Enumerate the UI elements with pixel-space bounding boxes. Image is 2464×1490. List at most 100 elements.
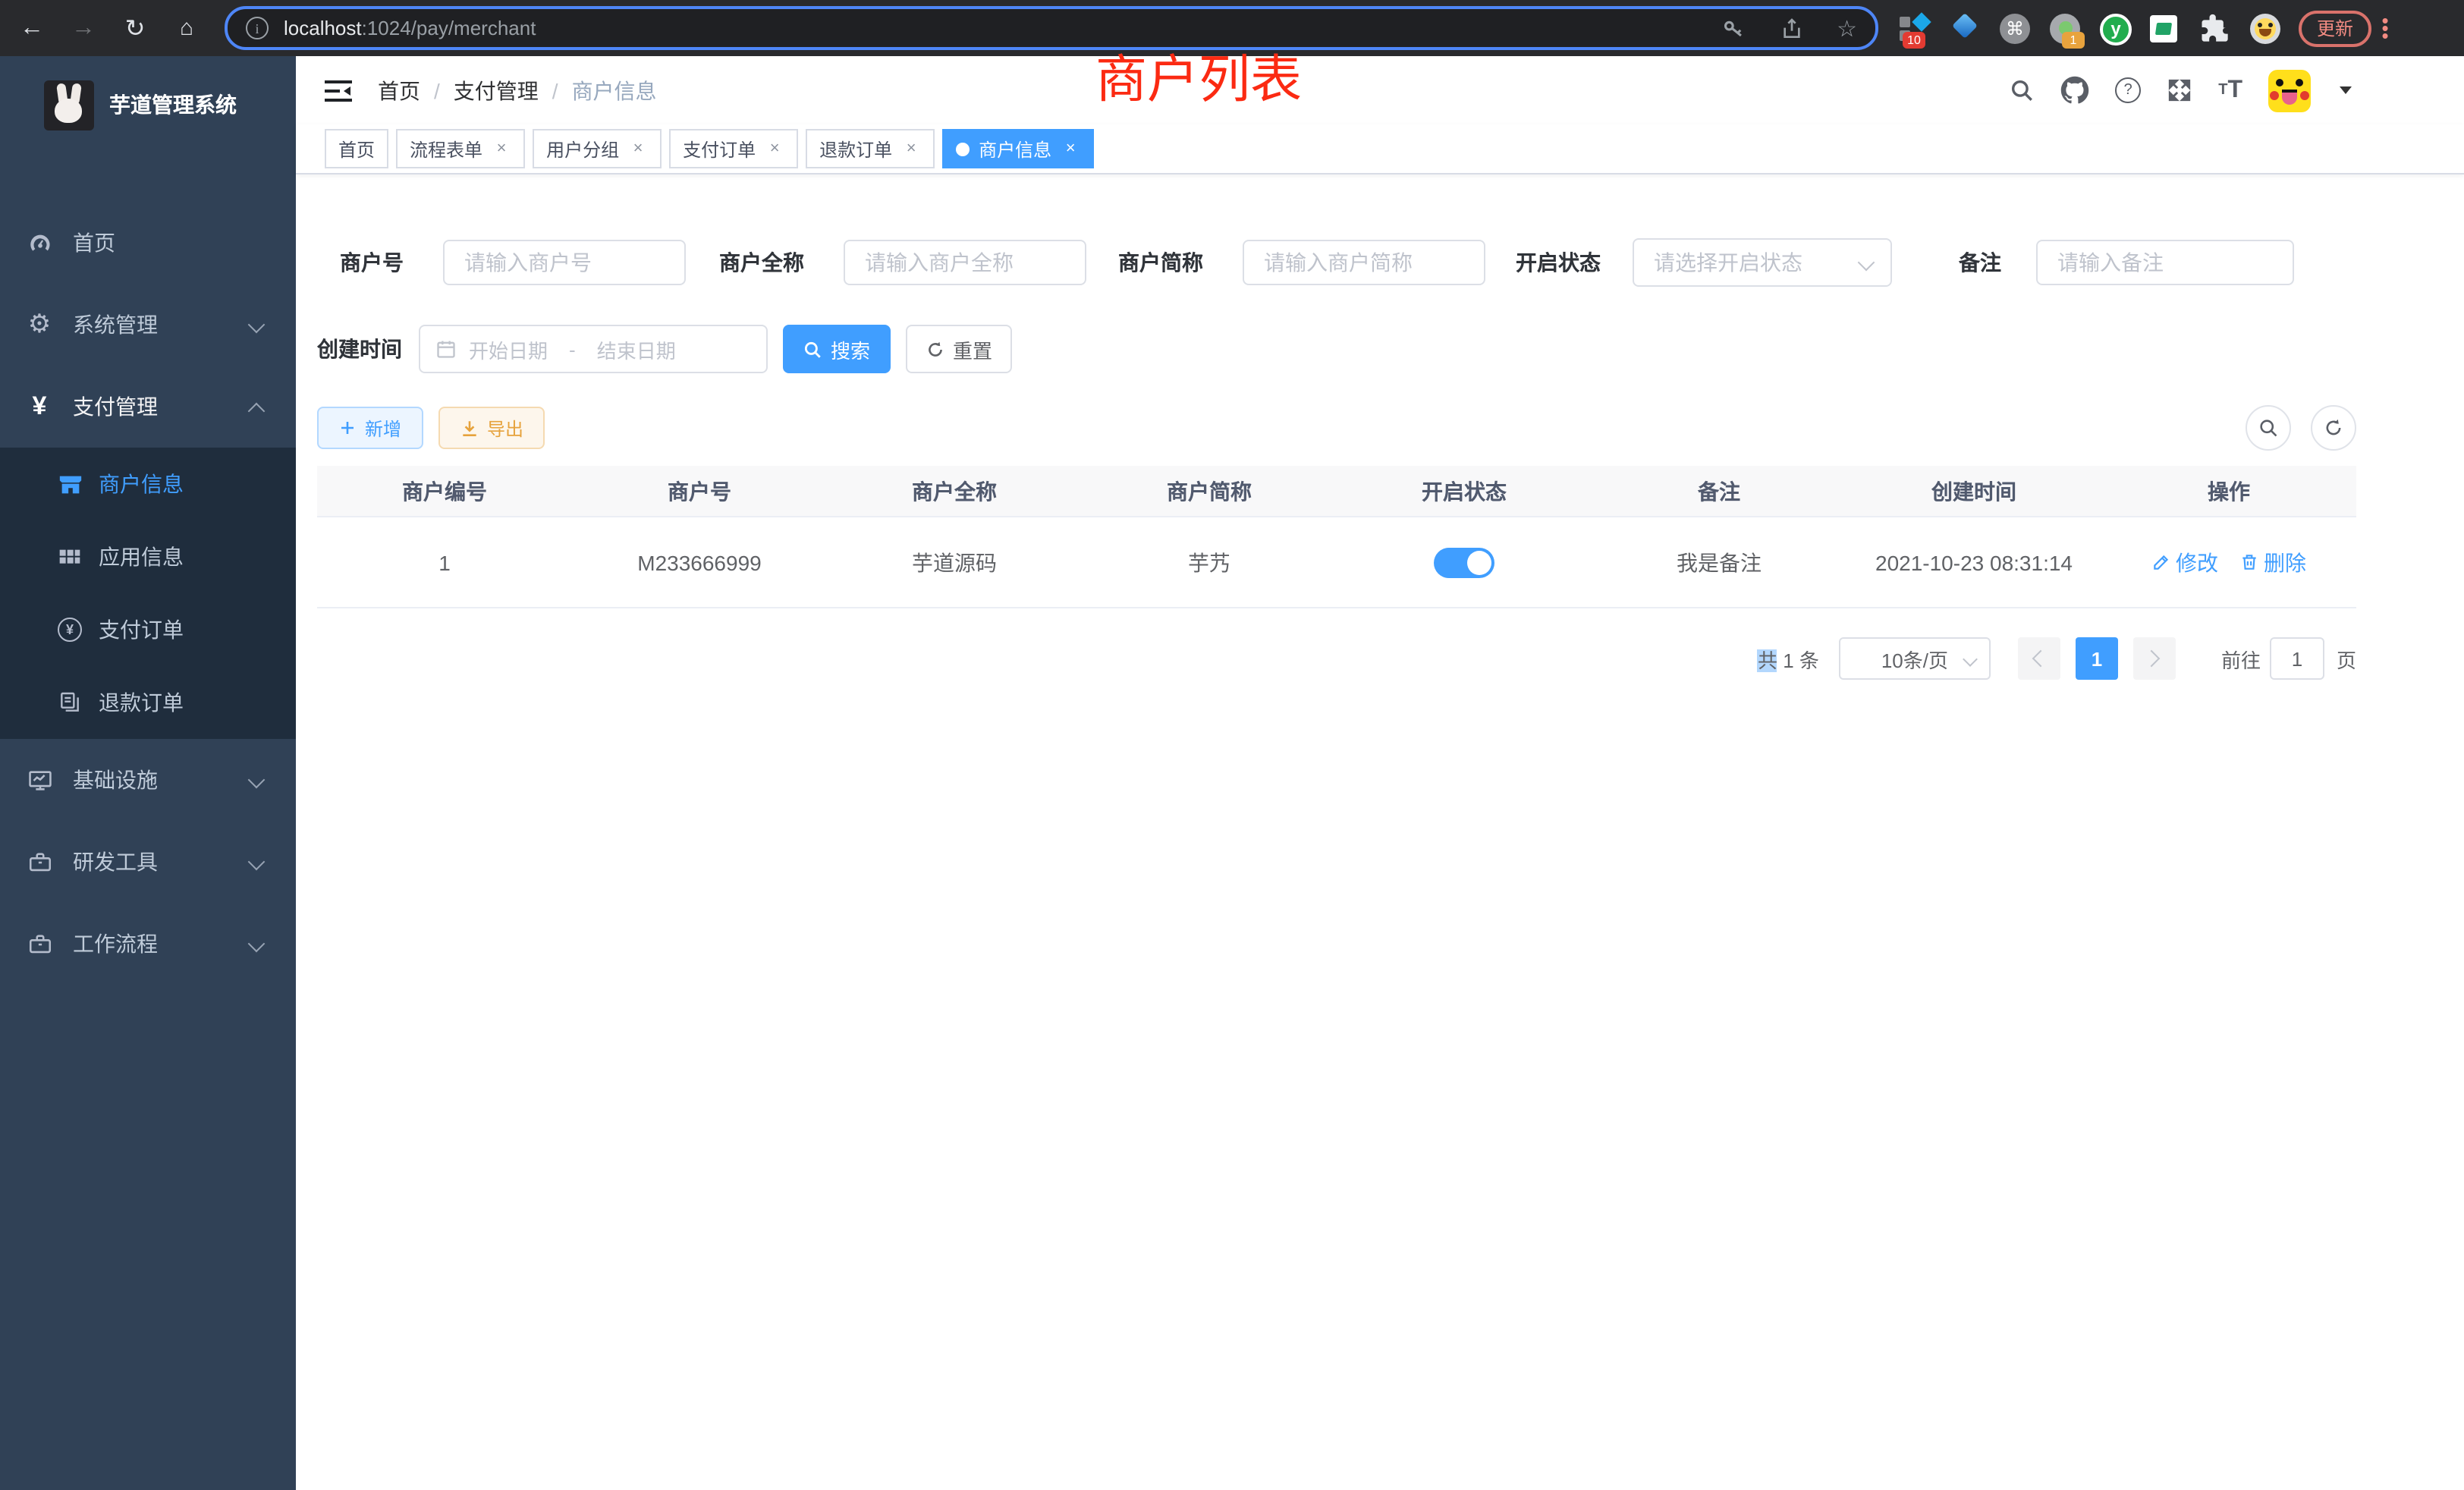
home-icon[interactable]: ⌂ — [167, 15, 206, 41]
toggle-search-button[interactable] — [2246, 405, 2291, 451]
merchant-page: 商户号 商户全称 商户简称 开启状态 请选择开启状态 备注 创建时间 — [317, 205, 2356, 680]
tab-label: 首页 — [338, 136, 375, 162]
tab-pay-orders[interactable]: 支付订单 — [669, 129, 798, 168]
tab-refund-orders[interactable]: 退款订单 — [806, 129, 935, 168]
url-text[interactable]: localhost:1024/pay/merchant — [284, 17, 536, 39]
export-button[interactable]: 导出 — [438, 407, 545, 449]
sidebar-item-system[interactable]: ⚙ 系统管理 — [0, 284, 296, 366]
close-icon[interactable] — [492, 139, 511, 159]
goto-page-input[interactable] — [2270, 637, 2324, 680]
tab-home[interactable]: 首页 — [325, 129, 388, 168]
sidebar-item-refund-orders[interactable]: 退款订单 — [0, 666, 296, 739]
chrome-update-button[interactable]: 更新 — [2299, 10, 2371, 46]
app-title: 芋道管理系统 — [109, 90, 237, 120]
bookmark-star-icon[interactable]: ☆ — [1837, 14, 1857, 42]
page-size-select[interactable]: 10条/页 — [1839, 637, 1991, 680]
status-select[interactable]: 请选择开启状态 — [1633, 238, 1892, 287]
table-header: 开启状态 — [1337, 476, 1592, 506]
pagination: 共 1 条 10条/页 1 前往 页 — [317, 637, 2356, 680]
back-icon[interactable]: ← — [12, 14, 52, 42]
screen: ← → ↻ ⌂ i localhost:1024/pay/merchant ☆ — [0, 0, 2464, 1490]
tab-user-group[interactable]: 用户分组 — [533, 129, 662, 168]
briefcase-icon — [26, 931, 53, 957]
gear-icon: ⚙ — [26, 310, 53, 340]
font-size-icon[interactable]: TT — [2218, 77, 2242, 104]
grid-icon — [56, 545, 83, 569]
close-icon[interactable] — [765, 139, 784, 159]
sidebar-item-workflow[interactable]: 工作流程 — [0, 903, 296, 985]
close-icon[interactable] — [901, 139, 921, 159]
fullscreen-icon[interactable] — [2167, 77, 2192, 103]
chevron-down-icon — [248, 853, 266, 871]
breadcrumb-home[interactable]: 首页 — [378, 75, 420, 105]
full-name-input[interactable] — [844, 240, 1086, 285]
prev-page-button[interactable] — [2018, 637, 2060, 680]
search-button[interactable]: 搜索 — [783, 325, 891, 373]
breadcrumb: 首页 / 支付管理 / 商户信息 — [378, 75, 657, 105]
reload-icon[interactable]: ↻ — [115, 13, 155, 43]
refresh-button[interactable] — [2311, 405, 2356, 451]
status-toggle[interactable] — [1434, 547, 1494, 577]
sidebar: 芋道管理系统 首页 ⚙ 系统管理 ¥ 支付管理 — [0, 56, 296, 1490]
extension-blue-diamond-icon[interactable]: 10 — [1900, 13, 1930, 43]
extensions-puzzle-icon[interactable] — [2200, 13, 2230, 43]
delete-link[interactable]: 删除 — [2239, 547, 2306, 577]
goto-label: 前往 — [2221, 644, 2261, 673]
edit-link[interactable]: 修改 — [2151, 547, 2218, 577]
next-page-button[interactable] — [2133, 637, 2176, 680]
search-icon[interactable] — [2009, 77, 2035, 103]
reset-button-label: 重置 — [953, 335, 992, 363]
browser-menu-icon[interactable]: ••• — [2381, 17, 2390, 39]
cell-create-time: 2021-10-23 08:31:14 — [1846, 550, 2101, 574]
tab-merchant-info[interactable]: 商户信息 — [942, 129, 1094, 168]
chevron-right-icon — [2144, 650, 2161, 668]
status-select-placeholder: 请选择开启状态 — [1654, 247, 1802, 278]
extension-emoji-icon[interactable] — [2250, 13, 2280, 43]
table-header: 商户简称 — [1082, 476, 1337, 506]
date-range-input[interactable]: 开始日期 - 结束日期 — [419, 325, 768, 373]
extension-green-dot-icon[interactable]: 1 — [2050, 13, 2080, 43]
add-button[interactable]: 新增 — [317, 407, 423, 449]
sidebar-item-home[interactable]: 首页 — [0, 202, 296, 284]
toolbox-icon — [26, 849, 53, 875]
user-avatar[interactable] — [2268, 69, 2311, 112]
site-info-icon[interactable]: i — [246, 17, 269, 39]
breadcrumb-separator: / — [552, 78, 558, 102]
app-logo-row[interactable]: 芋道管理系统 — [0, 56, 296, 138]
sidebar-item-dev-tools[interactable]: 研发工具 — [0, 821, 296, 903]
avatar-caret-icon[interactable] — [2340, 86, 2352, 94]
extension-chat-icon[interactable] — [2150, 13, 2180, 43]
merchant-no-input[interactable] — [443, 240, 686, 285]
sidebar-item-label: 退款订单 — [99, 687, 184, 718]
page-size-value: 10条/页 — [1881, 644, 1948, 673]
extension-kite-icon[interactable] — [1950, 13, 1980, 43]
tab-process-form[interactable]: 流程表单 — [396, 129, 525, 168]
github-icon[interactable] — [2060, 76, 2089, 105]
sidebar-item-merchant-info[interactable]: 商户信息 — [0, 448, 296, 520]
extension-y-icon[interactable]: y — [2100, 13, 2130, 43]
add-button-label: 新增 — [365, 415, 401, 441]
goto-unit: 页 — [2337, 644, 2356, 673]
sidebar-collapse-icon[interactable] — [325, 80, 352, 101]
reset-button[interactable]: 重置 — [906, 325, 1012, 373]
active-dot — [956, 142, 970, 156]
address-bar[interactable]: i localhost:1024/pay/merchant ☆ — [225, 6, 1878, 50]
password-key-icon[interactable] — [1720, 15, 1746, 41]
extension-command-icon[interactable]: ⌘ — [2000, 13, 2030, 43]
close-icon[interactable] — [628, 139, 648, 159]
date-end-placeholder: 结束日期 — [597, 335, 676, 363]
breadcrumb-separator: / — [434, 78, 440, 102]
help-icon[interactable]: ? — [2115, 77, 2141, 103]
sidebar-item-app-info[interactable]: 应用信息 — [0, 520, 296, 593]
sidebar-item-infrastructure[interactable]: 基础设施 — [0, 739, 296, 821]
current-page-button[interactable]: 1 — [2076, 637, 2118, 680]
sidebar-item-pay-orders[interactable]: ¥ 支付订单 — [0, 593, 296, 666]
forward-icon[interactable]: → — [64, 14, 103, 42]
short-name-input[interactable] — [1243, 240, 1485, 285]
share-icon[interactable] — [1779, 16, 1803, 40]
close-icon[interactable] — [1061, 139, 1080, 159]
sidebar-item-payment[interactable]: ¥ 支付管理 — [0, 366, 296, 448]
remark-input[interactable] — [2036, 240, 2294, 285]
sidebar-item-label: 支付订单 — [99, 615, 184, 645]
breadcrumb-payment[interactable]: 支付管理 — [454, 75, 539, 105]
